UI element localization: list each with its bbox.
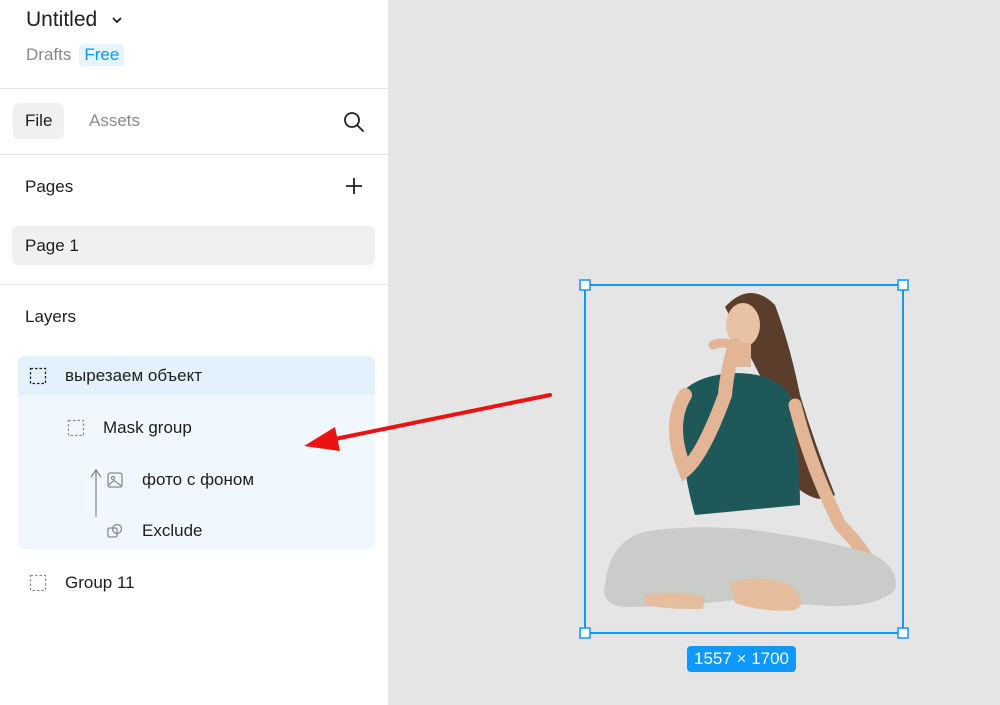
layer-row-group-11[interactable]: Group 11 <box>29 568 135 598</box>
page-item[interactable]: Page 1 <box>12 226 375 265</box>
layer-label: вырезаем объект <box>65 366 203 385</box>
file-title[interactable]: Untitled <box>26 8 97 32</box>
file-title-menu[interactable]: Untitled <box>26 8 123 32</box>
search-icon[interactable] <box>342 110 366 134</box>
tab-file[interactable]: File <box>13 103 65 139</box>
layer-label: Mask group <box>103 418 192 437</box>
add-page-icon[interactable] <box>344 176 364 196</box>
left-panel: Untitled Drafts Free File Assets Pages P… <box>0 0 389 705</box>
frame-icon <box>29 367 47 385</box>
divider <box>0 88 388 89</box>
image-icon <box>107 472 123 488</box>
layer-label: фото с фоном <box>142 470 255 489</box>
pages-heading: Pages <box>25 177 74 196</box>
layer-row-mask-group[interactable]: Mask group <box>67 413 192 443</box>
chevron-down-icon[interactable] <box>111 14 123 26</box>
layer-label: Group 11 <box>65 573 135 592</box>
divider <box>0 154 388 155</box>
divider <box>0 284 388 285</box>
person-photo-cutout[interactable] <box>585 285 903 633</box>
layer-row-foto-s-fonom[interactable]: фото с фоном <box>106 465 254 495</box>
frame-icon <box>29 574 47 592</box>
plan-badge[interactable]: Free <box>79 44 125 66</box>
layer-row-exclude[interactable]: Exclude <box>106 516 202 546</box>
drafts-link[interactable]: Drafts <box>26 45 71 65</box>
layer-label: Exclude <box>142 521 203 540</box>
boolean-exclude-icon <box>107 523 123 538</box>
layers-heading: Layers <box>25 307 77 326</box>
tab-assets[interactable]: Assets <box>77 103 152 139</box>
file-meta: Drafts Free <box>26 44 125 66</box>
frame-icon <box>67 419 85 437</box>
mask-indicator-arrow-icon <box>90 468 102 517</box>
page-item-label: Page 1 <box>25 235 79 255</box>
selection-size-label: 1557 × 1700 <box>687 646 797 672</box>
layer-row-vyrezaem-obekt[interactable]: вырезаем объект <box>29 361 202 391</box>
